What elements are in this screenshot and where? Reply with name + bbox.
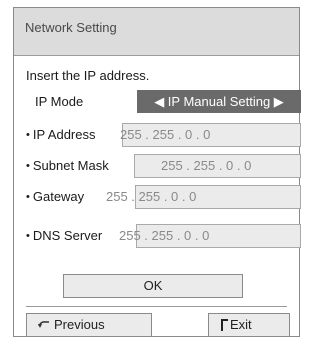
dns-server-label: DNS Server [32,228,103,243]
bullet-icon: • [26,191,30,203]
ip-address-row: • IP Address [26,127,96,142]
network-setting-dialog: Network Setting Insert the IP address. I… [13,7,301,337]
gateway-row: • Gateway [26,189,84,204]
exit-corner-icon [221,319,228,331]
ip-mode-selector[interactable]: ◀ IP Manual Setting ▶ [137,90,301,113]
exit-button[interactable]: Exit [208,313,290,337]
bullet-icon: • [26,230,30,242]
dialog-title: Network Setting [25,20,117,35]
dialog-titlebar: Network Setting [14,8,299,56]
bullet-icon: • [26,160,30,172]
instruction-text: Insert the IP address. [26,68,150,83]
previous-button[interactable]: Previous [26,313,152,337]
ip-mode-label: IP Mode [35,94,84,109]
return-arrow-icon [38,321,49,328]
dns-server-row: • DNS Server [26,228,102,243]
footer-divider [26,306,287,307]
subnet-mask-row: • Subnet Mask [26,158,109,173]
gateway-label: Gateway [32,189,85,204]
exit-label: Exit [230,317,252,332]
subnet-mask-label: Subnet Mask [32,158,109,173]
ip-address-value: 255 . 255 . 0 . 0 [120,127,211,142]
bullet-icon: • [26,129,30,141]
ip-address-label: IP Address [32,127,96,142]
previous-label: Previous [54,317,105,332]
gateway-value: 255 . 255 . 0 . 0 [106,189,197,204]
ok-button[interactable]: OK [63,274,243,298]
subnet-mask-field[interactable]: 255 . 255 . 0 . 0 [134,154,301,178]
dns-server-value: 255 . 255 . 0 . 0 [119,228,210,243]
